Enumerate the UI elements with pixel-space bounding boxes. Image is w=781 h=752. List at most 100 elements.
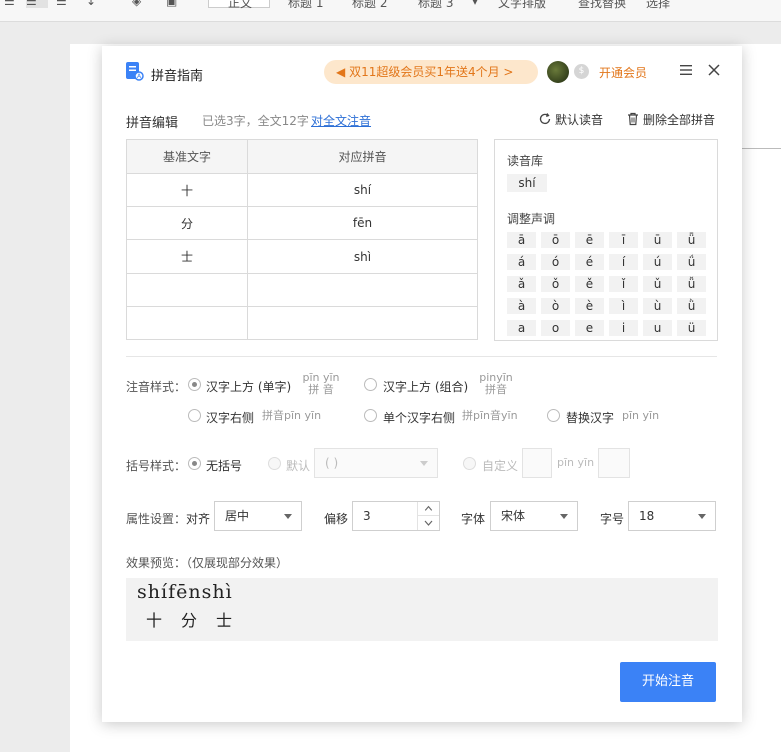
tone-button[interactable]: u (643, 320, 672, 336)
table-row[interactable]: 分 fēn (126, 206, 478, 241)
reading-option-chip[interactable]: shí (507, 174, 547, 192)
no-bracket-label[interactable]: 无括号 (206, 457, 242, 474)
tone-button[interactable]: ē (575, 232, 604, 248)
section-divider (126, 356, 717, 357)
clear-format-icon[interactable]: ◈ (132, 0, 141, 8)
chevron-up-icon[interactable] (418, 502, 439, 516)
tone-button[interactable]: ò (541, 298, 570, 314)
preview-pinyin: shífēnshì (137, 581, 233, 603)
tone-button[interactable]: a (507, 320, 536, 336)
align-right-icon[interactable]: ☰ (56, 0, 67, 8)
table-row[interactable]: 士 shì (126, 239, 478, 274)
custom-bracket-sample: pīn yīn (557, 456, 595, 469)
radio-custom-bracket[interactable] (463, 457, 476, 470)
tone-button[interactable]: é (575, 254, 604, 270)
chevron-down-icon (284, 514, 292, 519)
tone-button[interactable]: à (507, 298, 536, 314)
base-char-cell[interactable] (126, 272, 248, 307)
tone-button[interactable]: á (507, 254, 536, 270)
size-select[interactable]: 18 (628, 501, 716, 531)
option-replace-chars-label[interactable]: 替换汉字 (566, 409, 614, 426)
tone-button[interactable]: e (575, 320, 604, 336)
tone-button[interactable]: ú (643, 254, 672, 270)
tone-button[interactable]: è (575, 298, 604, 314)
radio-no-bracket[interactable] (188, 457, 201, 470)
style-heading2[interactable]: 标题 2 (352, 0, 387, 11)
promo-banner[interactable]: ◀ 双11超级会员买1年送4个月 > (324, 60, 538, 84)
table-row[interactable]: 十 shí (126, 173, 478, 208)
offset-value[interactable]: 3 (363, 509, 371, 523)
tone-button[interactable]: ó (541, 254, 570, 270)
option-above-single-label[interactable]: 汉字上方 (单字) (206, 378, 291, 395)
start-annotation-button[interactable]: 开始注音 (620, 662, 716, 702)
radio-above-group[interactable] (364, 378, 377, 391)
pinyin-cell[interactable]: shí (247, 173, 478, 208)
option-single-char-right-label[interactable]: 单个汉字右侧 (383, 409, 455, 426)
tone-button[interactable]: ü (677, 320, 706, 336)
open-vip-link[interactable]: 开通会员 (599, 64, 647, 81)
pinyin-cell[interactable] (247, 272, 478, 307)
tone-button[interactable]: ǔ (643, 276, 672, 292)
annotate-all-link[interactable]: 对全文注音 (311, 112, 371, 129)
line-spacing-icon[interactable]: ↕ (86, 0, 96, 8)
align-select[interactable]: 居中 (214, 501, 302, 531)
pinyin-cell[interactable] (247, 305, 478, 341)
style-heading3[interactable]: 标题 3 (418, 0, 453, 11)
style-heading1[interactable]: 标题 1 (288, 0, 323, 11)
tone-button[interactable]: ě (575, 276, 604, 292)
pinyin-cell[interactable]: fēn (247, 206, 478, 241)
base-char-cell[interactable] (126, 305, 248, 341)
bracket-select[interactable]: ( ) (314, 448, 438, 478)
align-left-icon[interactable]: ☰ (4, 0, 15, 8)
pinyin-cell[interactable]: shì (247, 239, 478, 274)
style-normal[interactable]: 正文 (228, 0, 252, 11)
find-replace-button[interactable]: 查找替换 (578, 0, 626, 11)
border-icon[interactable]: ▣ (166, 0, 177, 8)
tone-button[interactable]: ǎ (507, 276, 536, 292)
tone-button[interactable]: ǐ (609, 276, 638, 292)
radio-right-side[interactable] (188, 409, 201, 422)
column-header-pinyin: 对应拼音 (247, 138, 478, 175)
tone-button[interactable]: ǖ (677, 232, 706, 248)
tone-button[interactable]: ū (643, 232, 672, 248)
text-layout-button[interactable]: 文字排版 (498, 0, 546, 11)
base-char-cell[interactable]: 分 (126, 206, 248, 241)
tone-button[interactable]: ǘ (677, 254, 706, 270)
bracket-select-value: ( ) (325, 456, 339, 470)
tone-button[interactable]: í (609, 254, 638, 270)
base-char-cell[interactable]: 士 (126, 239, 248, 274)
font-select[interactable]: 宋体 (490, 501, 578, 531)
tone-button[interactable]: ǒ (541, 276, 570, 292)
base-char-cell[interactable]: 十 (126, 173, 248, 208)
refresh-icon (539, 113, 551, 125)
tone-button[interactable]: o (541, 320, 570, 336)
tone-button[interactable]: ō (541, 232, 570, 248)
radio-replace-chars[interactable] (547, 409, 560, 422)
menu-icon[interactable] (679, 63, 693, 77)
table-row[interactable] (126, 272, 478, 307)
radio-default-bracket[interactable] (268, 457, 281, 470)
custom-left-bracket-input[interactable] (522, 448, 552, 478)
chevron-down-icon[interactable] (418, 516, 439, 530)
close-icon[interactable] (707, 63, 721, 77)
align-center-icon[interactable]: ☰ (26, 0, 48, 8)
tone-button[interactable]: ā (507, 232, 536, 248)
delete-all-pinyin-button[interactable]: 删除全部拼音 (626, 111, 715, 128)
tone-button[interactable]: ǚ (677, 276, 706, 292)
custom-right-bracket-input[interactable] (598, 448, 630, 478)
style-dropdown-icon[interactable]: ▾ (472, 0, 478, 8)
option-right-side-label[interactable]: 汉字右侧 (206, 409, 254, 426)
select-button[interactable]: 选择 (646, 0, 670, 11)
option-above-group-label[interactable]: 汉字上方 (组合) (383, 378, 468, 395)
tone-button[interactable]: i (609, 320, 638, 336)
offset-stepper[interactable]: 3 (352, 501, 440, 531)
tone-button[interactable]: ǜ (677, 298, 706, 314)
table-row[interactable] (126, 305, 478, 341)
tone-button[interactable]: ì (609, 298, 638, 314)
default-reading-button[interactable]: 默认读音 (538, 111, 603, 128)
avatar[interactable] (547, 61, 569, 83)
radio-single-char-right[interactable] (364, 409, 377, 422)
radio-above-single[interactable] (188, 378, 201, 391)
tone-button[interactable]: ù (643, 298, 672, 314)
tone-button[interactable]: ī (609, 232, 638, 248)
